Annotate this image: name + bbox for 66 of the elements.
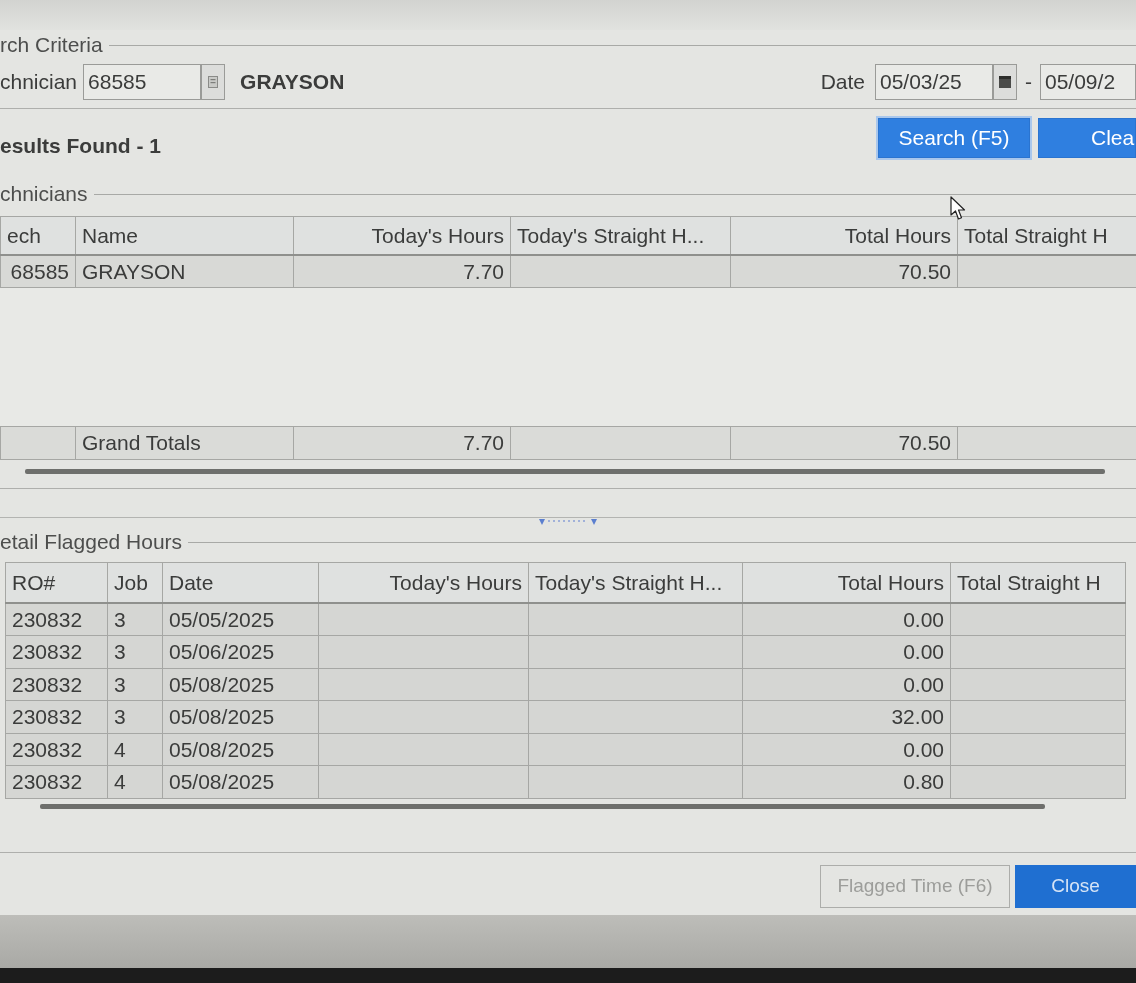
column-header[interactable]: Job xyxy=(107,562,163,603)
section-legend: etail Flagged Hours xyxy=(0,530,183,554)
table-cell: 3 xyxy=(107,602,163,636)
table-cell: Grand Totals xyxy=(75,426,294,460)
table-cell: 3 xyxy=(107,635,163,668)
table-cell: GRAYSON xyxy=(75,254,294,288)
technician-field[interactable]: 68585 xyxy=(83,64,202,100)
table-cell: 3 xyxy=(107,668,163,701)
table-cell: 0.00 xyxy=(742,602,951,636)
table-cell: 05/08/2025 xyxy=(162,700,319,733)
date-separator: - xyxy=(1024,69,1033,96)
splitter-handle[interactable] xyxy=(538,518,598,527)
column-header[interactable]: Name xyxy=(75,216,294,255)
table-cell: 05/05/2025 xyxy=(162,602,319,636)
column-header[interactable]: Total Straight H xyxy=(957,216,1136,255)
column-header[interactable]: Today's Hours xyxy=(293,216,511,255)
clear-button[interactable]: Clea xyxy=(1038,118,1136,158)
table-cell: 230832 xyxy=(5,668,108,701)
table-cell: 05/08/2025 xyxy=(162,765,319,798)
table-cell: 0.80 xyxy=(742,765,951,798)
date-to-field[interactable]: 05/09/2 xyxy=(1040,64,1136,100)
results-count: esults Found - 1 xyxy=(0,134,161,158)
calendar-icon xyxy=(999,76,1011,88)
table-cell: 70.50 xyxy=(730,254,958,288)
column-header[interactable]: Total Straight H xyxy=(950,562,1126,603)
date-picker-button[interactable] xyxy=(993,64,1017,100)
table-cell: 68585 xyxy=(0,254,76,288)
list-icon xyxy=(208,76,219,88)
date-from-field[interactable]: 05/03/25 xyxy=(875,64,993,100)
column-header[interactable]: Today's Hours xyxy=(318,562,529,603)
mouse-pointer-icon xyxy=(950,196,966,221)
table-cell: 4 xyxy=(107,733,163,766)
table-cell: 05/06/2025 xyxy=(162,635,319,668)
column-header[interactable]: Total Hours xyxy=(730,216,958,255)
table-cell: 7.70 xyxy=(293,254,511,288)
table-cell: 3 xyxy=(107,700,163,733)
column-header[interactable]: Today's Straight H... xyxy=(528,562,743,603)
scrollbar-thumb[interactable] xyxy=(25,469,1105,474)
table-cell: 7.70 xyxy=(293,426,511,460)
lookup-button[interactable] xyxy=(201,64,226,100)
table-cell: 230832 xyxy=(5,765,108,798)
column-header[interactable]: RO# xyxy=(5,562,108,603)
table-cell: 230832 xyxy=(5,635,108,668)
table-cell: 32.00 xyxy=(742,700,951,733)
table-cell: 230832 xyxy=(5,700,108,733)
column-header[interactable]: Date xyxy=(162,562,319,603)
section-legend: chnicians xyxy=(0,182,88,206)
table-cell: 230832 xyxy=(5,733,108,766)
column-header[interactable]: ech xyxy=(0,216,76,255)
column-header[interactable]: Total Hours xyxy=(742,562,951,603)
table-cell: 70.50 xyxy=(730,426,958,460)
table-cell: 05/08/2025 xyxy=(162,668,319,701)
scrollbar-thumb[interactable] xyxy=(40,804,1045,809)
technician-name: GRAYSON xyxy=(240,69,345,96)
column-header[interactable]: Today's Straight H... xyxy=(510,216,731,255)
table-cell: 0.00 xyxy=(742,635,951,668)
table-cell: 0.00 xyxy=(742,733,951,766)
section-legend: rch Criteria xyxy=(0,33,103,57)
table-cell: 0.00 xyxy=(742,668,951,701)
table-cell: 230832 xyxy=(5,602,108,636)
table-cell: 05/08/2025 xyxy=(162,733,319,766)
search-button[interactable]: Search (F5) xyxy=(878,118,1030,158)
date-label: Date xyxy=(820,69,865,96)
close-button[interactable]: Close xyxy=(1015,865,1136,908)
table-cell: 4 xyxy=(107,765,163,798)
technician-label: chnician xyxy=(0,69,78,96)
